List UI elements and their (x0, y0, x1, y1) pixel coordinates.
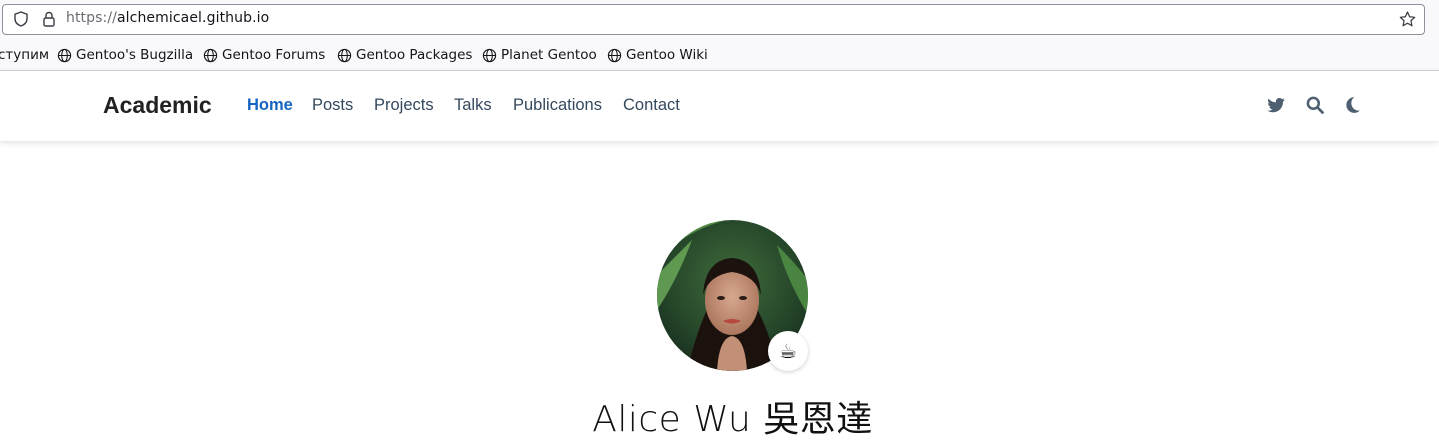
address-bar[interactable]: https://alchemicael.github.io (2, 4, 1425, 35)
twitter-icon[interactable] (1266, 95, 1286, 115)
globe-icon (607, 48, 622, 62)
bookmark-label: Gentoo Packages (356, 47, 473, 63)
bookmark-label: Gentoo Wiki (626, 47, 708, 63)
nav-item-posts[interactable]: Posts (312, 96, 353, 115)
moon-icon[interactable] (1343, 95, 1363, 115)
search-icon[interactable] (1305, 95, 1325, 115)
bookmark-star-icon[interactable] (1398, 10, 1417, 29)
bookmark-label: Gentoo Forums (222, 47, 326, 63)
nav-item-contact[interactable]: Contact (623, 96, 680, 115)
nav-item-projects[interactable]: Projects (374, 96, 434, 115)
bookmark-item[interactable]: Gentoo Forums (203, 46, 325, 64)
bookmark-item[interactable]: Gentoo Wiki (607, 46, 708, 64)
bookmark-label: Planet Gentoo (501, 47, 597, 63)
status-emoji-badge: ☕ (768, 331, 808, 371)
globe-icon (203, 48, 218, 62)
shield-icon[interactable] (12, 10, 30, 28)
site-brand[interactable]: Academic (103, 92, 212, 119)
bookmark-label: Gentoo's Bugzilla (76, 47, 194, 63)
globe-icon (482, 48, 497, 62)
bookmark-item[interactable]: ступим (0, 46, 49, 64)
nav-item-publications[interactable]: Publications (513, 96, 602, 115)
url-scheme: https:// (66, 10, 117, 26)
bookmark-item[interactable]: Gentoo Packages (337, 46, 472, 64)
bookmark-label: ступим (0, 47, 50, 63)
url-text[interactable]: https://alchemicael.github.io (66, 10, 269, 26)
site-navbar: Academic Home Posts Projects Talks Publi… (0, 71, 1439, 141)
profile-name: Alice Wu 吳恩達 (592, 399, 873, 440)
bookmark-item[interactable]: Planet Gentoo (482, 46, 597, 64)
bookmarks-bar: ступим Gentoo's Bugzilla Gentoo Forums G… (0, 38, 1439, 71)
globe-icon (57, 48, 72, 62)
nav-item-talks[interactable]: Talks (454, 96, 492, 115)
bookmark-item[interactable]: Gentoo's Bugzilla (57, 46, 193, 64)
lock-icon[interactable] (40, 10, 58, 28)
globe-icon (337, 48, 352, 62)
nav-item-home[interactable]: Home (247, 96, 293, 115)
url-host: alchemicael.github.io (116, 10, 270, 26)
browser-toolbar: https://alchemicael.github.io (0, 0, 1439, 38)
